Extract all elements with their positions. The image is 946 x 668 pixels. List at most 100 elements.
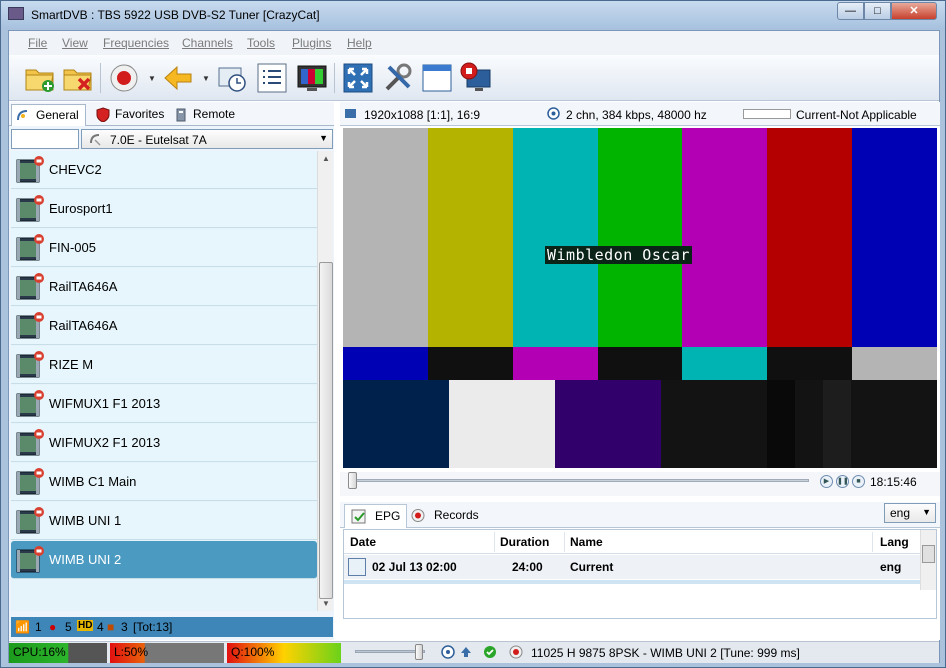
column-header-date[interactable]: Date <box>350 535 376 549</box>
channel-name: WIFMUX2 F1 2013 <box>49 435 161 450</box>
quality-meter: Q:100% <box>227 643 341 663</box>
tv-channel-icon <box>15 271 45 303</box>
tab-epg[interactable]: EPG <box>344 504 408 528</box>
menu-file[interactable]: File <box>28 36 47 50</box>
color-bar <box>682 128 768 347</box>
language-selected: eng <box>890 506 911 520</box>
table-row[interactable] <box>344 580 920 584</box>
menu-channels[interactable]: Channels <box>182 36 233 50</box>
video-display[interactable]: Wimbledon Oscar <box>343 128 937 468</box>
channel-list-scrollbar[interactable]: ▲ ▼ <box>317 151 333 611</box>
list-item[interactable]: RailTA646A <box>11 268 317 306</box>
tv-monitor-icon[interactable] <box>295 61 329 95</box>
record-status-icon <box>509 645 523 659</box>
tv-count-icon: 📶 <box>15 620 30 634</box>
total-count: [Tot:13] <box>133 620 173 634</box>
column-header-duration[interactable]: Duration <box>500 535 549 549</box>
channel-search-input[interactable] <box>11 129 79 149</box>
video-format-icon <box>344 107 357 120</box>
menu-frequencies[interactable]: Frequencies <box>103 36 169 50</box>
list-item[interactable]: RailTA646A <box>11 307 317 345</box>
scrambled-count-icon: ■ <box>107 620 115 634</box>
seek-track[interactable] <box>354 479 809 482</box>
close-button[interactable]: ✕ <box>891 2 937 20</box>
play-icon[interactable]: ▶ <box>820 475 833 488</box>
list-item[interactable]: WIFMUX2 F1 2013 <box>11 424 317 462</box>
pause-icon[interactable]: ❚❚ <box>836 475 849 488</box>
minimize-button[interactable]: — <box>837 2 864 20</box>
hd-badge: HD <box>77 620 94 631</box>
list-item[interactable]: WIFMUX1 F1 2013 <box>11 385 317 423</box>
fullscreen-icon[interactable] <box>341 61 375 95</box>
column-header-lang[interactable]: Lang <box>880 535 909 549</box>
audio-info-icon <box>547 107 560 120</box>
list-item[interactable]: FIN-005 <box>11 229 317 267</box>
epg-scrollbar[interactable] <box>920 530 936 590</box>
maximize-button[interactable]: □ <box>864 2 891 20</box>
language-select[interactable]: eng ▼ <box>884 503 936 523</box>
epg-table: Date Duration Name Lang 02 Jul 13 02:00 … <box>343 529 937 619</box>
color-bar <box>597 347 683 380</box>
title-bar[interactable]: SmartDVB : TBS 5922 USB DVB-S2 Tuner [Cr… <box>1 1 945 29</box>
scrambled-count: 3 <box>121 620 128 634</box>
close-folder-icon[interactable] <box>61 61 95 95</box>
channel-name: Eurosport1 <box>49 201 113 216</box>
window-title: SmartDVB : TBS 5922 USB DVB-S2 Tuner [Cr… <box>31 8 320 22</box>
back-arrow-icon[interactable] <box>161 61 195 95</box>
record-dropdown-icon[interactable]: ▼ <box>148 74 156 83</box>
scheduler-icon[interactable] <box>215 61 249 95</box>
scroll-up-icon[interactable]: ▲ <box>322 154 330 163</box>
stop-icon[interactable]: ■ <box>852 475 865 488</box>
arrow-up-icon[interactable] <box>459 645 473 659</box>
color-bar <box>343 128 428 347</box>
color-bar <box>851 380 937 468</box>
scroll-down-icon[interactable]: ▼ <box>322 599 330 608</box>
table-row[interactable]: 02 Jul 13 02:00 24:00 Current eng <box>344 555 920 579</box>
list-item[interactable]: CHEVC2 <box>11 151 317 189</box>
radio-count: 5 <box>65 620 72 634</box>
color-bar <box>449 380 555 468</box>
menu-tools[interactable]: Tools <box>247 36 275 50</box>
stop-record-monitor-icon[interactable] <box>459 61 493 95</box>
list-item-selected[interactable]: WIMB UNI 2 <box>11 541 317 579</box>
menu-view[interactable]: View <box>62 36 88 50</box>
list-item[interactable]: RIZE M <box>11 346 317 384</box>
tools-icon[interactable] <box>381 61 415 95</box>
seek-thumb[interactable] <box>348 472 357 489</box>
list-item[interactable]: Eurosport1 <box>11 190 317 228</box>
channel-name: WIMB UNI 2 <box>49 552 122 567</box>
color-bar <box>555 380 661 468</box>
menu-help[interactable]: Help <box>347 36 372 50</box>
tab-general[interactable]: General <box>11 104 86 126</box>
audio-channel-icon[interactable] <box>441 645 455 659</box>
channel-name: RailTA646A <box>49 318 118 333</box>
epg-header: Date Duration Name Lang <box>344 530 920 554</box>
channel-stats-bar: 📶 1 ● 5 HD 4 ■ 3 [Tot:13] <box>11 617 333 637</box>
menu-plugins[interactable]: Plugins <box>292 36 331 50</box>
tuning-info: 11025 H 9875 8PSK - WIMB UNI 2 [Tune: 99… <box>531 646 800 660</box>
remote-icon <box>173 107 189 122</box>
color-bar <box>512 347 598 380</box>
tab-records[interactable]: Records <box>404 504 485 528</box>
tv-channel-icon <box>15 388 45 420</box>
open-folder-icon[interactable] <box>23 61 57 95</box>
list-item[interactable]: WIMB UNI 1 <box>11 502 317 540</box>
column-header-name[interactable]: Name <box>570 535 603 549</box>
list-icon[interactable] <box>255 61 289 95</box>
scrollbar-thumb[interactable] <box>922 545 935 563</box>
status-bar: CPU:16% L:50% Q:100% 11025 H 9875 8PSK -… <box>9 641 939 663</box>
scrollbar-thumb[interactable] <box>319 262 333 599</box>
color-bar <box>767 380 795 468</box>
list-item[interactable]: WIMB C1 Main <box>11 463 317 501</box>
color-bar <box>767 128 853 347</box>
channel-name: WIFMUX1 F1 2013 <box>49 396 161 411</box>
window-icon[interactable] <box>420 61 454 95</box>
cpu-meter: CPU:16% <box>9 643 107 663</box>
tab-favorites[interactable]: Favorites <box>91 104 170 126</box>
tab-remote[interactable]: Remote <box>169 104 241 126</box>
volume-thumb[interactable] <box>415 644 423 660</box>
record-icon[interactable] <box>107 61 141 95</box>
back-dropdown-icon[interactable]: ▼ <box>202 74 210 83</box>
toolbar: ▼ ▼ <box>9 55 939 101</box>
satellite-select[interactable]: 7.0E - Eutelsat 7A ▼ <box>81 129 333 149</box>
